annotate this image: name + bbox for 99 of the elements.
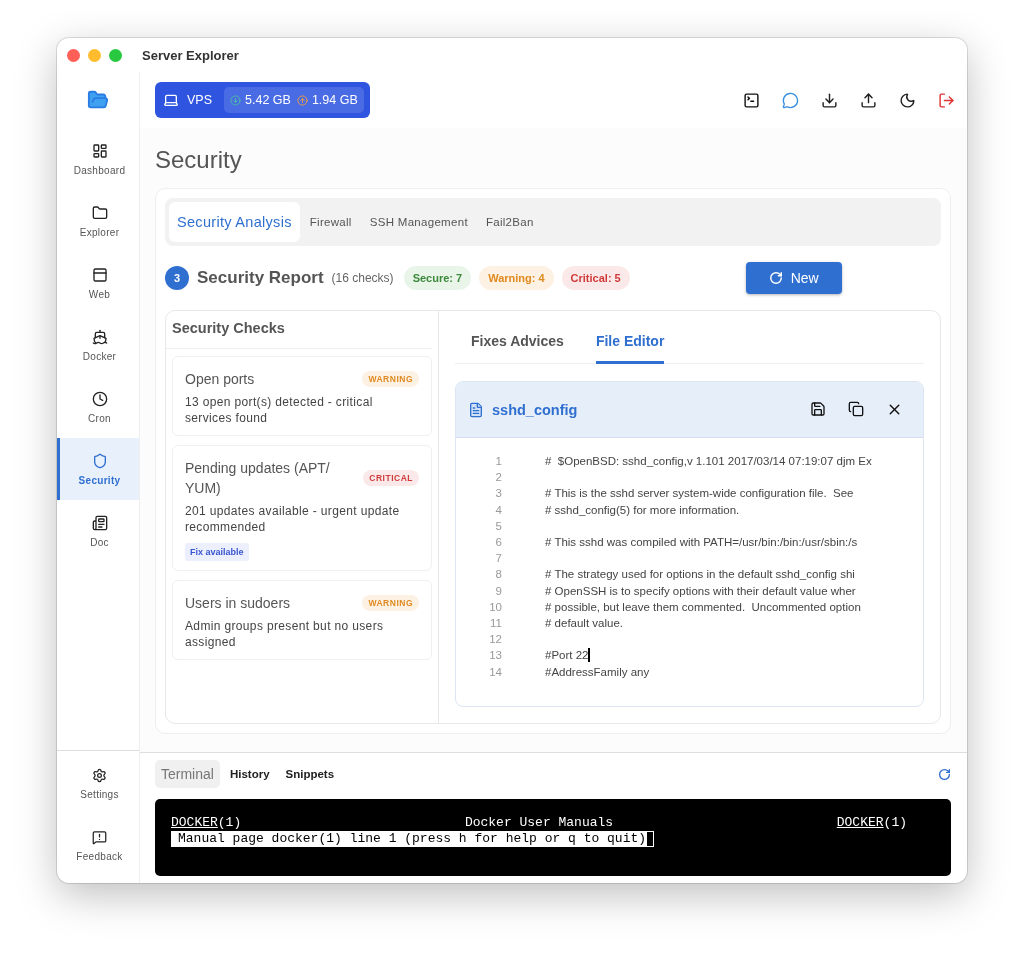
status-count-badge: Warning: 4 <box>479 266 554 290</box>
report-title: Security Report <box>197 268 324 288</box>
ship-icon <box>91 328 108 345</box>
tab[interactable]: SSH Management <box>361 202 476 242</box>
sidebar-item[interactable]: Security <box>57 438 139 500</box>
severity-badge: CRITICAL <box>363 470 419 486</box>
line-number: 7 <box>494 552 502 565</box>
dashboard-icon <box>91 142 108 159</box>
text-cursor <box>588 648 590 663</box>
code-line: # $OpenBSD: sshd_config,v 1.101 2017/03/14 07:19:07 djm Ex <box>545 455 872 468</box>
folder-icon <box>91 204 108 221</box>
check-title: Open ports <box>185 370 255 389</box>
line-number: 6 <box>494 536 502 549</box>
check-description: Admin groups present but no users assigned <box>185 618 385 650</box>
new-scan-button[interactable]: New <box>745 262 842 294</box>
line-number: 11 <box>489 616 502 629</box>
check-title: Pending updates (APT/ YUM) <box>185 459 331 498</box>
download-icon[interactable] <box>821 91 838 109</box>
tab[interactable]: Security Analysis <box>169 202 300 242</box>
download-amount: 5.42 GB <box>245 93 291 107</box>
shield-icon <box>91 452 108 469</box>
feedback-icon <box>92 830 107 845</box>
clock-icon <box>91 390 108 407</box>
status-count-badge: Secure: 7 <box>403 266 472 290</box>
window-title: Server Explorer <box>142 47 239 63</box>
line-number: 13 <box>488 649 502 662</box>
line-number: 10 <box>488 600 502 613</box>
file-name: sshd_config <box>492 401 578 418</box>
code-line: # possible, but leave them commented. Uncommented option <box>545 600 861 613</box>
tab[interactable]: File Editor <box>595 329 665 364</box>
settings-icon <box>92 768 107 783</box>
tab[interactable]: Firewall <box>301 202 360 242</box>
check-card[interactable]: Pending updates (APT/ YUM) CRITICAL 201 updates available - urgent update recommended Fix available <box>172 445 432 571</box>
check-card[interactable]: Users in sudoers WARNING Admin groups present but no users assigned <box>172 580 432 660</box>
man-page-header-name: DOCKER(1) <box>836 815 907 831</box>
tab[interactable]: Snippets <box>279 762 341 786</box>
fix-available-tag: Fix available <box>185 543 249 561</box>
moon-icon[interactable] <box>899 91 916 109</box>
terminal[interactable]: DOCKER(1) Docker User Manuals DOCKER(1) Manual page docker(1) line 1 (press h for help or q to quit) <box>155 799 951 876</box>
line-number: 2 <box>494 471 502 484</box>
close-window-button[interactable] <box>67 48 80 62</box>
code-line: # default value. <box>545 616 623 629</box>
sidebar-item[interactable]: Doc <box>57 500 139 562</box>
code-line: # The strategy used for options in the default sshd_config shi <box>545 568 855 581</box>
sidebar-item[interactable]: Settings <box>57 753 139 815</box>
file-icon <box>468 401 484 418</box>
refresh-icon[interactable] <box>938 767 951 781</box>
code-line: #Port 22 <box>545 649 589 662</box>
upload-icon <box>296 94 308 106</box>
chat-icon[interactable] <box>782 91 799 109</box>
checks-title: Security Checks <box>166 311 432 349</box>
laptop-icon <box>163 92 179 108</box>
save-icon[interactable] <box>810 401 826 418</box>
page-title: Security <box>155 146 243 174</box>
line-number: 5 <box>494 519 502 532</box>
newspaper-icon <box>91 514 108 531</box>
copy-icon[interactable] <box>848 401 864 418</box>
refresh-icon <box>768 271 783 285</box>
tab[interactable]: Fixes Advices <box>471 329 564 364</box>
line-number: 14 <box>488 665 502 678</box>
check-description: 201 updates available - urgent update recommended <box>185 503 401 535</box>
check-card[interactable]: Open ports WARNING 13 open port(s) detected - critical services found <box>172 356 432 436</box>
sidebar-item[interactable]: Docker <box>57 314 139 376</box>
code-line: # This sshd was compiled with PATH=/usr/bin:/bin:/usr/sbin:/s <box>545 536 858 549</box>
sidebar-item[interactable]: Cron <box>57 376 139 438</box>
man-page-title: Docker User Manuals <box>464 815 614 831</box>
step-number: 3 <box>165 266 189 290</box>
code-line: # This is the sshd server system-wide configuration file. See <box>545 487 854 500</box>
tab[interactable]: Fail2Ban <box>477 202 542 242</box>
tab[interactable]: Terminal <box>155 760 220 788</box>
status-count-badge: Critical: 5 <box>561 266 630 290</box>
man-page-header-name: DOCKER(1) <box>171 815 242 831</box>
app-logo-icon <box>87 89 109 111</box>
line-number: 4 <box>494 503 502 516</box>
tab[interactable]: History <box>223 762 276 786</box>
sidebar-item[interactable]: Feedback <box>57 815 139 877</box>
line-number: 8 <box>494 568 502 581</box>
severity-badge: WARNING <box>362 371 419 387</box>
check-count: (16 checks) <box>331 271 394 285</box>
code-line: # OpenSSH is to specify options with their default value wher <box>545 584 856 597</box>
terminal-icon[interactable] <box>743 91 760 109</box>
check-title: Users in sudoers <box>185 594 291 613</box>
logout-icon[interactable] <box>938 91 955 109</box>
severity-badge: WARNING <box>362 595 419 611</box>
sidebar-item[interactable]: Web <box>57 252 139 314</box>
upload-amount: 1.94 GB <box>311 93 358 107</box>
server-connection-button[interactable]: VPS 5.42 GB 1.94 GB <box>155 82 370 118</box>
sidebar-item[interactable]: Explorer <box>57 190 139 252</box>
download-icon <box>230 94 241 106</box>
check-description: 13 open port(s) detected - critical services found <box>185 394 374 426</box>
line-number: 1 <box>494 455 502 468</box>
line-number: 9 <box>494 584 502 597</box>
upload-icon[interactable] <box>860 91 877 109</box>
sidebar-item[interactable]: Dashboard <box>57 128 139 190</box>
window-icon <box>91 266 108 283</box>
code-line: #AddressFamily any <box>545 665 650 678</box>
line-number: 3 <box>494 487 502 500</box>
code-line: # sshd_config(5) for more information. <box>545 503 740 516</box>
line-number: 12 <box>488 633 502 646</box>
